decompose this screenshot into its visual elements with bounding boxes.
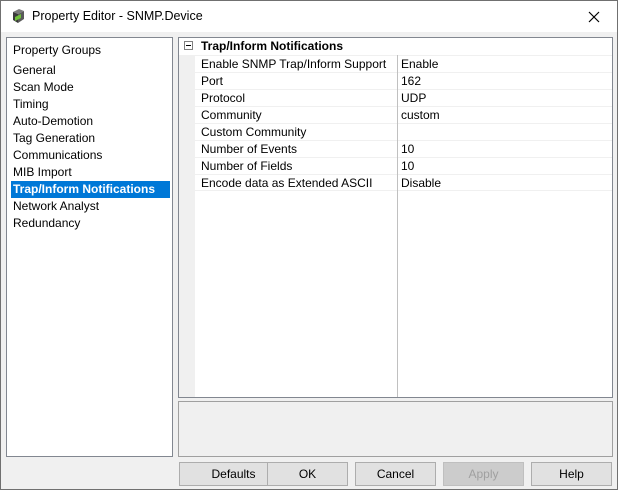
property-value[interactable]: 10	[401, 159, 414, 173]
property-row-number-of-fields[interactable]: Number of Fields 10	[179, 157, 612, 174]
close-icon	[588, 11, 600, 22]
property-row-enable-snmp-trap[interactable]: Enable SNMP Trap/Inform Support Enable	[179, 55, 612, 72]
property-groups-list: General Scan Mode Timing Auto-Demotion T…	[11, 62, 170, 232]
property-value[interactable]: 162	[401, 74, 421, 88]
collapse-icon[interactable]	[184, 41, 193, 50]
property-value[interactable]: 10	[401, 142, 414, 156]
property-name: Number of Events	[201, 142, 298, 156]
property-name: Encode data as Extended ASCII	[201, 176, 373, 190]
property-rows: Enable SNMP Trap/Inform Support Enable P…	[179, 55, 612, 191]
property-value[interactable]: Disable	[401, 176, 441, 190]
group-item-mib-import[interactable]: MIB Import	[11, 164, 170, 181]
group-item-tag-generation[interactable]: Tag Generation	[11, 130, 170, 147]
property-row-port[interactable]: Port 162	[179, 72, 612, 89]
property-row-protocol[interactable]: Protocol UDP	[179, 89, 612, 106]
group-item-redundancy[interactable]: Redundancy	[11, 215, 170, 232]
property-grid: Trap/Inform Notifications Enable SNMP Tr…	[178, 37, 613, 398]
property-name: Enable SNMP Trap/Inform Support	[201, 57, 387, 71]
group-item-scan-mode[interactable]: Scan Mode	[11, 79, 170, 96]
property-row-custom-community[interactable]: Custom Community	[179, 123, 612, 140]
window-title: Property Editor - SNMP.Device	[32, 9, 203, 23]
group-item-auto-demotion[interactable]: Auto-Demotion	[11, 113, 170, 130]
property-name: Protocol	[201, 91, 246, 105]
property-value[interactable]: Enable	[401, 57, 438, 71]
property-row-community[interactable]: Community custom	[179, 106, 612, 123]
property-groups-panel: Property Groups General Scan Mode Timing…	[6, 37, 173, 457]
property-groups-header: Property Groups	[13, 43, 102, 57]
property-row-number-of-events[interactable]: Number of Events 10	[179, 140, 612, 157]
property-editor-icon	[10, 8, 26, 24]
property-row-encode-extended-ascii[interactable]: Encode data as Extended ASCII Disable	[179, 174, 612, 191]
property-name: Port	[201, 74, 224, 88]
property-value[interactable]: UDP	[401, 91, 426, 105]
group-item-trap-inform-notifications[interactable]: Trap/Inform Notifications	[11, 181, 170, 198]
column-splitter[interactable]	[397, 55, 398, 397]
property-value[interactable]: custom	[401, 108, 440, 122]
cancel-button[interactable]: Cancel	[355, 462, 436, 486]
close-button[interactable]	[571, 1, 617, 32]
category-label: Trap/Inform Notifications	[201, 39, 344, 53]
property-name: Number of Fields	[201, 159, 293, 173]
title-bar[interactable]: Property Editor - SNMP.Device	[1, 1, 617, 32]
property-name: Custom Community	[201, 125, 307, 139]
group-item-timing[interactable]: Timing	[11, 96, 170, 113]
property-editor-window: Property Editor - SNMP.Device Property G…	[0, 0, 618, 490]
help-button[interactable]: Help	[531, 462, 612, 486]
group-item-network-analyst[interactable]: Network Analyst	[11, 198, 170, 215]
group-item-communications[interactable]: Communications	[11, 147, 170, 164]
apply-button[interactable]: Apply	[443, 462, 524, 486]
description-panel	[178, 401, 613, 457]
ok-button[interactable]: OK	[267, 462, 348, 486]
property-name: Community	[201, 108, 262, 122]
group-item-general[interactable]: General	[11, 62, 170, 79]
category-row[interactable]: Trap/Inform Notifications	[179, 38, 612, 55]
